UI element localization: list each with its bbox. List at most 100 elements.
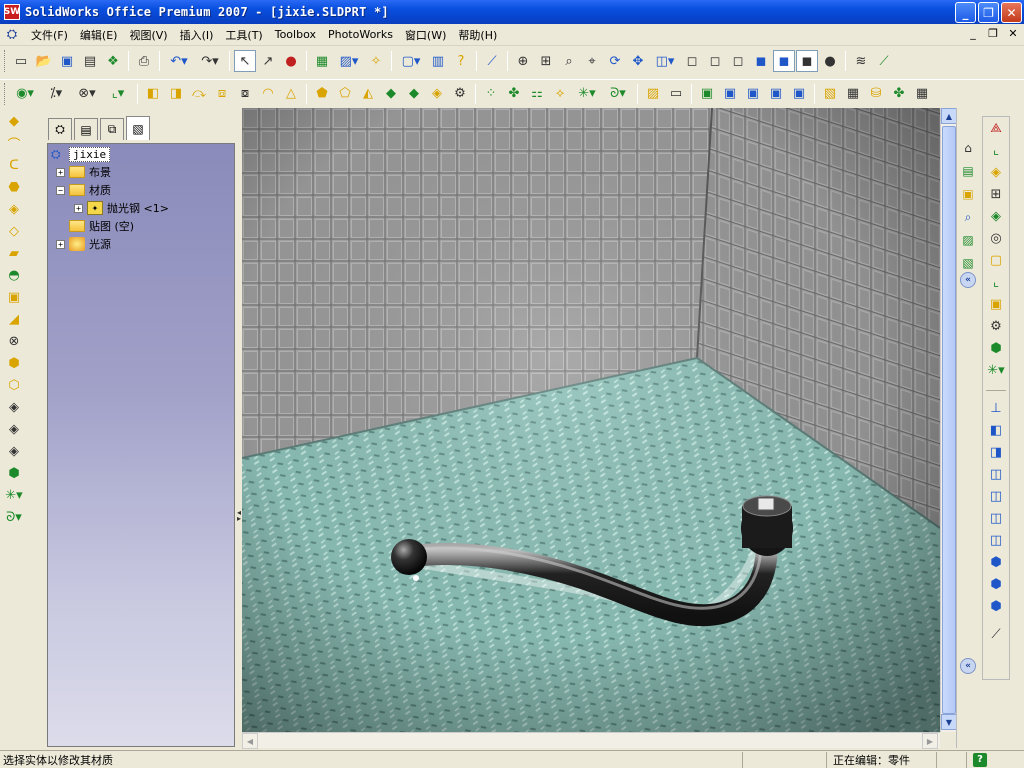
vertical-scroll-thumb[interactable] bbox=[942, 126, 956, 714]
extrude-boss-v-icon[interactable]: ◆ bbox=[2, 110, 26, 132]
fill-surface-icon[interactable]: ▢ bbox=[984, 249, 1008, 271]
shaded-with-edges-icon[interactable]: ◼ bbox=[750, 50, 772, 72]
database-icon[interactable]: ⛁ bbox=[865, 83, 887, 105]
resources-home-icon[interactable]: ⌂ bbox=[958, 138, 978, 158]
rendered-scene[interactable] bbox=[242, 108, 940, 732]
photoworks-render-icon[interactable]: ▨ bbox=[642, 83, 664, 105]
shell-icon[interactable]: ⬠ bbox=[334, 83, 356, 105]
cut-with-surface-icon[interactable]: ⬢ bbox=[984, 337, 1008, 359]
taskpane-collapse-bottom-button[interactable]: « bbox=[960, 658, 976, 674]
design-library-icon[interactable]: ▤ bbox=[958, 161, 978, 181]
delete-face-v-icon[interactable]: ⊗ bbox=[2, 330, 26, 352]
linear-pattern-icon[interactable]: ⁘ bbox=[480, 83, 502, 105]
menu-edit[interactable]: 编辑(E) bbox=[74, 27, 124, 43]
measure-icon[interactable]: ⟋ bbox=[481, 50, 503, 72]
help-balloon-icon[interactable]: ? bbox=[450, 50, 472, 72]
zoom-in-out-icon[interactable]: ⌕ bbox=[558, 50, 580, 72]
redo-icon[interactable]: ↷▾ bbox=[195, 50, 225, 72]
zoom-selection-icon[interactable]: ⌖ bbox=[581, 50, 603, 72]
combine-v-icon[interactable]: ⬢ bbox=[2, 462, 26, 484]
scroll-right-button[interactable]: ▶ bbox=[922, 733, 938, 749]
smart-dimension-icon[interactable]: ⁒▾ bbox=[41, 83, 71, 105]
doc-close-button[interactable]: ✕ bbox=[1006, 27, 1020, 40]
loft-icon[interactable]: ⧈ bbox=[211, 83, 233, 105]
decal-icon[interactable]: ▣ bbox=[742, 83, 764, 105]
curves-icon[interactable]: ᘐ▾ bbox=[603, 83, 633, 105]
fillet-v-icon[interactable]: ◢ bbox=[2, 308, 26, 330]
reference-point-v-icon[interactable]: ✳▾ bbox=[2, 484, 26, 506]
extruded-boss-icon[interactable]: ◧ bbox=[142, 83, 164, 105]
menu-toolbox[interactable]: Toolbox bbox=[269, 28, 322, 41]
shadows-icon[interactable]: ◼ bbox=[796, 50, 818, 72]
knit-surface-icon[interactable]: ◎ bbox=[984, 227, 1008, 249]
taskpane-collapse-top-button[interactable]: « bbox=[960, 272, 976, 288]
solidworks-app-icon[interactable]: SW bbox=[4, 4, 20, 20]
photoworks-tab-icon[interactable]: ▧ bbox=[126, 116, 150, 140]
scroll-down-button[interactable]: ▼ bbox=[941, 714, 957, 730]
save-icon[interactable]: ▣ bbox=[56, 50, 78, 72]
make-assembly-icon[interactable]: ❖ bbox=[102, 50, 124, 72]
dome-icon[interactable]: ◆ bbox=[403, 83, 425, 105]
scene-icon[interactable]: ▣ bbox=[696, 83, 718, 105]
planar-surface-icon[interactable]: ▣ bbox=[984, 293, 1008, 315]
3d-sketch-icon[interactable]: ⟁ bbox=[984, 117, 1008, 139]
close-button[interactable]: ✕ bbox=[1001, 2, 1022, 23]
view-normal-to-icon[interactable]: ⊥ bbox=[984, 397, 1008, 419]
tree-root[interactable]: ⛭ jixie bbox=[51, 146, 111, 162]
view-link-icon[interactable]: ⟋ bbox=[984, 623, 1008, 645]
disabled-1-v-icon[interactable]: ◈ bbox=[2, 396, 26, 418]
select-arrow-icon[interactable]: ↖ bbox=[234, 50, 256, 72]
sketch-icon[interactable]: ◉▾ bbox=[10, 83, 40, 105]
graphics-viewport[interactable] bbox=[242, 108, 940, 732]
menu-help[interactable]: 帮助(H) bbox=[452, 27, 503, 43]
surface-extrude-icon[interactable]: ◈ bbox=[984, 161, 1008, 183]
hidden-lines-removed-icon[interactable]: ◻ bbox=[727, 50, 749, 72]
wireframe-icon[interactable]: ◻ bbox=[681, 50, 703, 72]
scale-icon[interactable]: ⚙ bbox=[449, 83, 471, 105]
render-options-icon[interactable]: ▦ bbox=[842, 83, 864, 105]
open-folder-icon[interactable]: 📂 bbox=[33, 50, 55, 72]
reference-geometry-icon[interactable]: ⌞▾ bbox=[103, 83, 133, 105]
material-icon[interactable]: ▧ bbox=[819, 83, 841, 105]
vertical-scrollbar[interactable]: ▲ ▼ bbox=[940, 108, 957, 732]
lighting-icon[interactable]: ▣ bbox=[765, 83, 787, 105]
restore-button[interactable]: ❐ bbox=[978, 2, 999, 23]
section-view-icon[interactable]: ⟋ bbox=[873, 50, 895, 72]
tree-item-decals[interactable]: 贴图 (空) bbox=[69, 218, 134, 234]
new-document-icon[interactable]: ▭ bbox=[10, 50, 32, 72]
feature-tree-tab-icon[interactable]: ⛭ bbox=[48, 118, 72, 140]
sweep-v-icon[interactable]: ᑕ bbox=[2, 154, 26, 176]
toolbar-grip[interactable] bbox=[4, 50, 7, 72]
standard-views-icon[interactable]: ◫▾ bbox=[650, 50, 680, 72]
draft-icon[interactable]: ◭ bbox=[357, 83, 379, 105]
file-explorer-icon[interactable]: ▣ bbox=[958, 184, 978, 204]
toolbar-grip[interactable] bbox=[4, 82, 7, 105]
extrude-cut-v-icon[interactable]: ◈ bbox=[2, 198, 26, 220]
realview-icon[interactable]: ● bbox=[819, 50, 841, 72]
reference-point-icon[interactable]: ✳▾ bbox=[572, 83, 602, 105]
render-to-file-icon[interactable]: ✤ bbox=[888, 83, 910, 105]
property-manager-tab-icon[interactable]: ▤ bbox=[74, 118, 98, 140]
box-v-icon[interactable]: ⬢ bbox=[2, 352, 26, 374]
curvature-icon[interactable]: ≋ bbox=[850, 50, 872, 72]
circular-pattern-icon[interactable]: ✤ bbox=[503, 83, 525, 105]
expand-toggle[interactable]: + bbox=[56, 239, 65, 249]
plane-v-icon[interactable]: ▰ bbox=[2, 242, 26, 264]
relations-icon[interactable]: ⊗▾ bbox=[72, 83, 102, 105]
revolve-v-icon[interactable]: ⌒ bbox=[2, 132, 26, 154]
horizontal-scrollbar[interactable]: ◀ ▶ bbox=[242, 732, 940, 749]
splitter-grip-icon[interactable]: ◂ ▸ bbox=[237, 509, 241, 534]
shaded-icon[interactable]: ◼ bbox=[773, 50, 795, 72]
expand-toggle[interactable]: + bbox=[56, 167, 65, 177]
view-back-icon[interactable]: ◨ bbox=[984, 441, 1008, 463]
flex-v-icon[interactable]: ⬡ bbox=[2, 374, 26, 396]
scroll-up-button[interactable]: ▲ bbox=[941, 108, 957, 124]
properties-list-icon[interactable]: ▥ bbox=[427, 50, 449, 72]
render-last-icon[interactable]: ▦ bbox=[911, 83, 933, 105]
hole-wizard-icon[interactable]: ◆ bbox=[380, 83, 402, 105]
scroll-left-button[interactable]: ◀ bbox=[242, 733, 258, 749]
select-filter-icon[interactable]: ↗ bbox=[257, 50, 279, 72]
view-orientation-icon[interactable]: ▢▾ bbox=[396, 50, 426, 72]
shell-v-icon[interactable]: ▣ bbox=[2, 286, 26, 308]
print-icon[interactable]: ⎙ bbox=[133, 50, 155, 72]
